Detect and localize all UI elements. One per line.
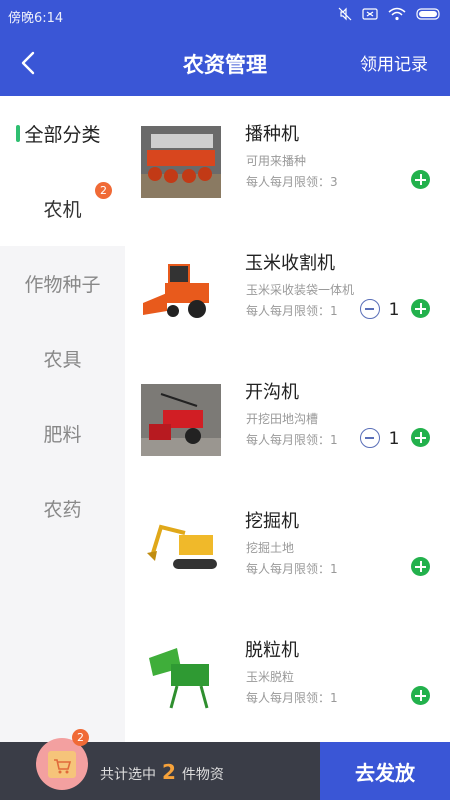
status-bar: 傍晚6:14 (0, 0, 450, 30)
product-description: 开挖田地沟槽 (246, 412, 319, 426)
cart-count-badge: 2 (72, 729, 89, 746)
sidebar-item-label: 农机 (43, 199, 82, 221)
sidebar-item-label: 作物种子 (24, 274, 101, 296)
records-link[interactable]: 领用记录 (360, 50, 428, 75)
product-limit: 每人每月限领：1 (246, 562, 338, 576)
add-button[interactable] (411, 170, 430, 189)
cart-icon (48, 751, 76, 778)
product-item-seeder[interactable]: 播种机 可用来播种 每人每月限领：3 (125, 96, 450, 225)
sidebar-item-fertilizer[interactable]: 肥料 (0, 396, 125, 471)
product-limit: 每人每月限领：1 (246, 304, 338, 318)
dispatch-button[interactable]: 去发放 (320, 742, 450, 800)
sidebar-item-label: 肥料 (43, 424, 82, 446)
product-name: 开沟机 (245, 382, 299, 403)
sidebar-item-label: 全部分类 (24, 124, 101, 146)
sidebar-item-pesticide[interactable]: 农药 (0, 471, 125, 546)
add-button[interactable] (411, 686, 430, 705)
trencher-image (141, 384, 221, 456)
sidebar-item-label: 农药 (43, 499, 82, 521)
sidebar-item-machinery[interactable]: 农机 2 (0, 171, 125, 246)
status-icons (338, 7, 442, 21)
category-count-badge: 2 (95, 182, 112, 199)
product-item-corn-harvester[interactable]: 玉米收割机 玉米采收装袋一体机 每人每月限领：1 1 (125, 225, 450, 354)
product-description: 玉米采收装袋一体机 (246, 283, 355, 297)
summary-suffix: 件物资 (181, 767, 224, 783)
product-limit: 每人每月限领：1 (246, 691, 338, 705)
product-limit: 每人每月限领：1 (246, 433, 338, 447)
add-button[interactable] (411, 557, 430, 576)
product-description: 挖掘土地 (246, 541, 295, 555)
decrease-button[interactable] (360, 299, 380, 319)
product-name: 播种机 (245, 124, 299, 145)
active-indicator (16, 125, 20, 142)
sidebar-item-all[interactable]: 全部分类 (0, 96, 125, 171)
sim-icon (362, 8, 378, 20)
sidebar-item-seeds[interactable]: 作物种子 (0, 246, 125, 321)
product-limit: 每人每月限领：3 (246, 175, 338, 189)
seeder-image (141, 126, 221, 198)
excavator-image (141, 513, 221, 585)
app-bar: 农资管理 领用记录 (0, 30, 450, 96)
thresher-image (141, 642, 221, 714)
product-list: 播种机 可用来播种 每人每月限领：3 玉米收割机 玉米采收装袋一体机 每人每月限… (125, 96, 450, 742)
corn-harvester-image (141, 255, 221, 327)
quantity-value: 1 (388, 429, 400, 449)
product-name: 玉米收割机 (245, 253, 335, 274)
product-name: 脱粒机 (245, 640, 299, 661)
battery-icon (416, 8, 440, 20)
wifi-icon (388, 7, 406, 21)
sidebar-item-tools[interactable]: 农具 (0, 321, 125, 396)
add-button[interactable] (411, 428, 430, 447)
add-button[interactable] (411, 299, 430, 318)
product-item-excavator[interactable]: 挖掘机 挖掘土地 每人每月限领：1 (125, 483, 450, 612)
product-item-trencher[interactable]: 开沟机 开挖田地沟槽 每人每月限领：1 1 (125, 354, 450, 483)
product-item-thresher[interactable]: 脱粒机 玉米脱粒 每人每月限领：1 (125, 612, 450, 741)
category-sidebar: 全部分类 农机 2 作物种子 农具 肥料 农药 (0, 96, 125, 742)
cart-button[interactable]: 2 (36, 729, 89, 790)
summary-prefix: 共计选中 (100, 767, 156, 783)
selection-summary: 共计选中 2 件物资 (100, 760, 224, 784)
summary-count: 2 (162, 760, 176, 784)
product-description: 玉米脱粒 (246, 670, 295, 684)
decrease-button[interactable] (360, 428, 380, 448)
product-name: 挖掘机 (245, 511, 299, 532)
sidebar-item-label: 农具 (43, 349, 82, 371)
product-description: 可用来播种 (246, 154, 307, 168)
quantity-value: 1 (388, 300, 400, 320)
status-time: 傍晚6:14 (8, 11, 64, 26)
mute-icon (338, 7, 352, 21)
